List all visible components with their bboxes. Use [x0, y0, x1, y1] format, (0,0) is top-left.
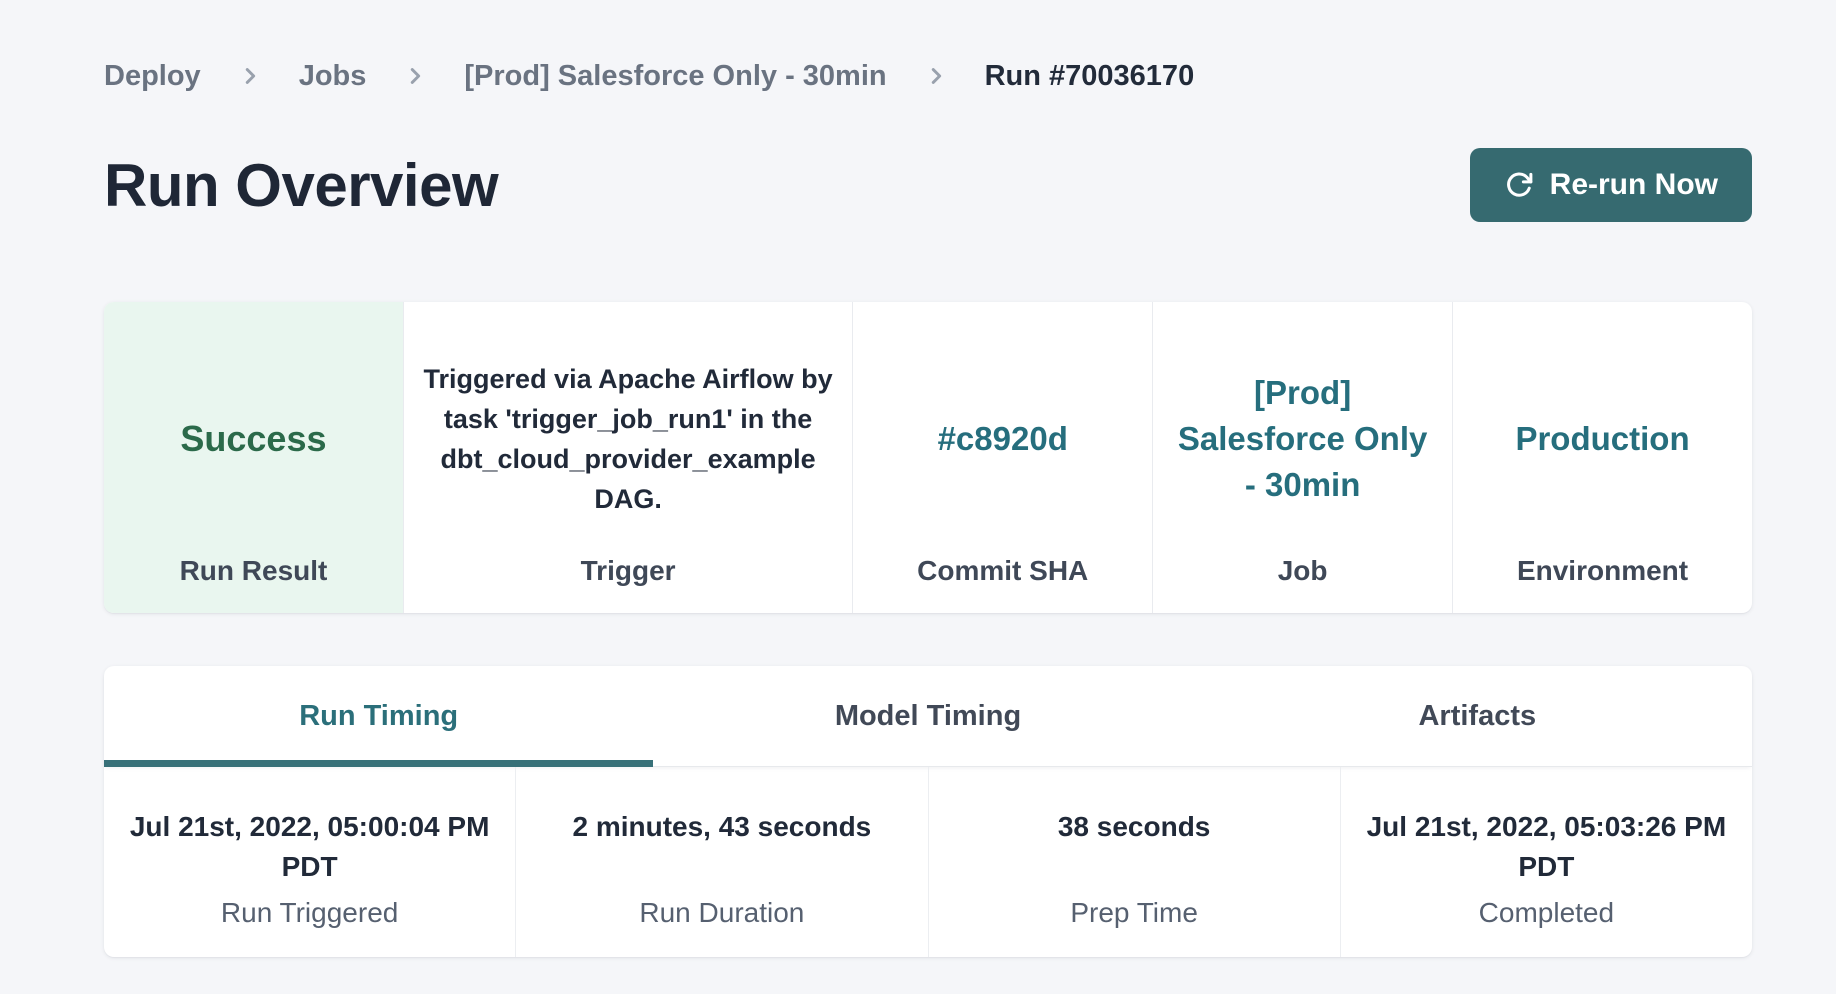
job-cell: [Prod] Salesforce Only - 30min Job [1153, 302, 1453, 613]
redo-icon [1504, 170, 1534, 200]
completed-cell: Jul 21st, 2022, 05:03:26 PM PDT Complete… [1341, 767, 1752, 957]
prep-time-label: Prep Time [1070, 897, 1198, 929]
run-duration-cell: 2 minutes, 43 seconds Run Duration [516, 767, 928, 957]
commit-sha-link[interactable]: #c8920d [938, 416, 1068, 462]
page-title: Run Overview [104, 151, 498, 220]
job-label: Job [1153, 555, 1452, 613]
run-triggered-cell: Jul 21st, 2022, 05:00:04 PM PDT Run Trig… [104, 767, 516, 957]
run-overview-page: Deploy Jobs [Prod] Salesforce Only - 30m… [0, 0, 1836, 994]
environment-label: Environment [1453, 555, 1752, 613]
prep-time-cell: 38 seconds Prep Time [929, 767, 1341, 957]
job-link[interactable]: [Prod] Salesforce Only - 30min [1169, 370, 1436, 508]
run-result-value: Success [180, 418, 326, 460]
trigger-value: Triggered via Apache Airflow by task 'tr… [420, 359, 836, 519]
breadcrumb: Deploy Jobs [Prod] Salesforce Only - 30m… [104, 58, 1752, 94]
tab-model-timing[interactable]: Model Timing [653, 666, 1202, 766]
prep-time-value: 38 seconds [1058, 807, 1211, 887]
run-detail-card: Run Timing Model Timing Artifacts Jul 21… [104, 666, 1752, 957]
completed-label: Completed [1479, 897, 1614, 929]
chevron-right-icon [404, 65, 426, 87]
run-duration-value: 2 minutes, 43 seconds [572, 807, 871, 887]
page-header: Run Overview Re-run Now [104, 148, 1752, 222]
run-timing-panel: Jul 21st, 2022, 05:00:04 PM PDT Run Trig… [104, 767, 1752, 957]
run-summary-card: Success Run Result Triggered via Apache … [104, 302, 1752, 613]
run-triggered-value: Jul 21st, 2022, 05:00:04 PM PDT [110, 807, 510, 887]
rerun-now-label: Re-run Now [1550, 168, 1718, 202]
chevron-right-icon [239, 65, 261, 87]
tab-bar: Run Timing Model Timing Artifacts [104, 666, 1752, 767]
completed-value: Jul 21st, 2022, 05:03:26 PM PDT [1346, 807, 1746, 887]
run-result-label: Run Result [104, 555, 403, 613]
trigger-label: Trigger [404, 555, 852, 613]
breadcrumb-job-name[interactable]: [Prod] Salesforce Only - 30min [464, 58, 886, 94]
breadcrumb-deploy[interactable]: Deploy [104, 58, 201, 94]
breadcrumb-jobs[interactable]: Jobs [299, 58, 367, 94]
tab-run-timing[interactable]: Run Timing [104, 666, 653, 766]
commit-sha-label: Commit SHA [853, 555, 1152, 613]
commit-sha-cell: #c8920d Commit SHA [853, 302, 1153, 613]
rerun-now-button[interactable]: Re-run Now [1470, 148, 1752, 222]
breadcrumb-current-run: Run #70036170 [985, 58, 1195, 94]
environment-cell: Production Environment [1453, 302, 1752, 613]
trigger-cell: Triggered via Apache Airflow by task 'tr… [404, 302, 853, 613]
run-triggered-label: Run Triggered [221, 897, 398, 929]
chevron-right-icon [925, 65, 947, 87]
environment-link[interactable]: Production [1515, 416, 1689, 462]
run-result-cell: Success Run Result [104, 302, 404, 613]
run-duration-label: Run Duration [639, 897, 804, 929]
tab-artifacts[interactable]: Artifacts [1203, 666, 1752, 766]
